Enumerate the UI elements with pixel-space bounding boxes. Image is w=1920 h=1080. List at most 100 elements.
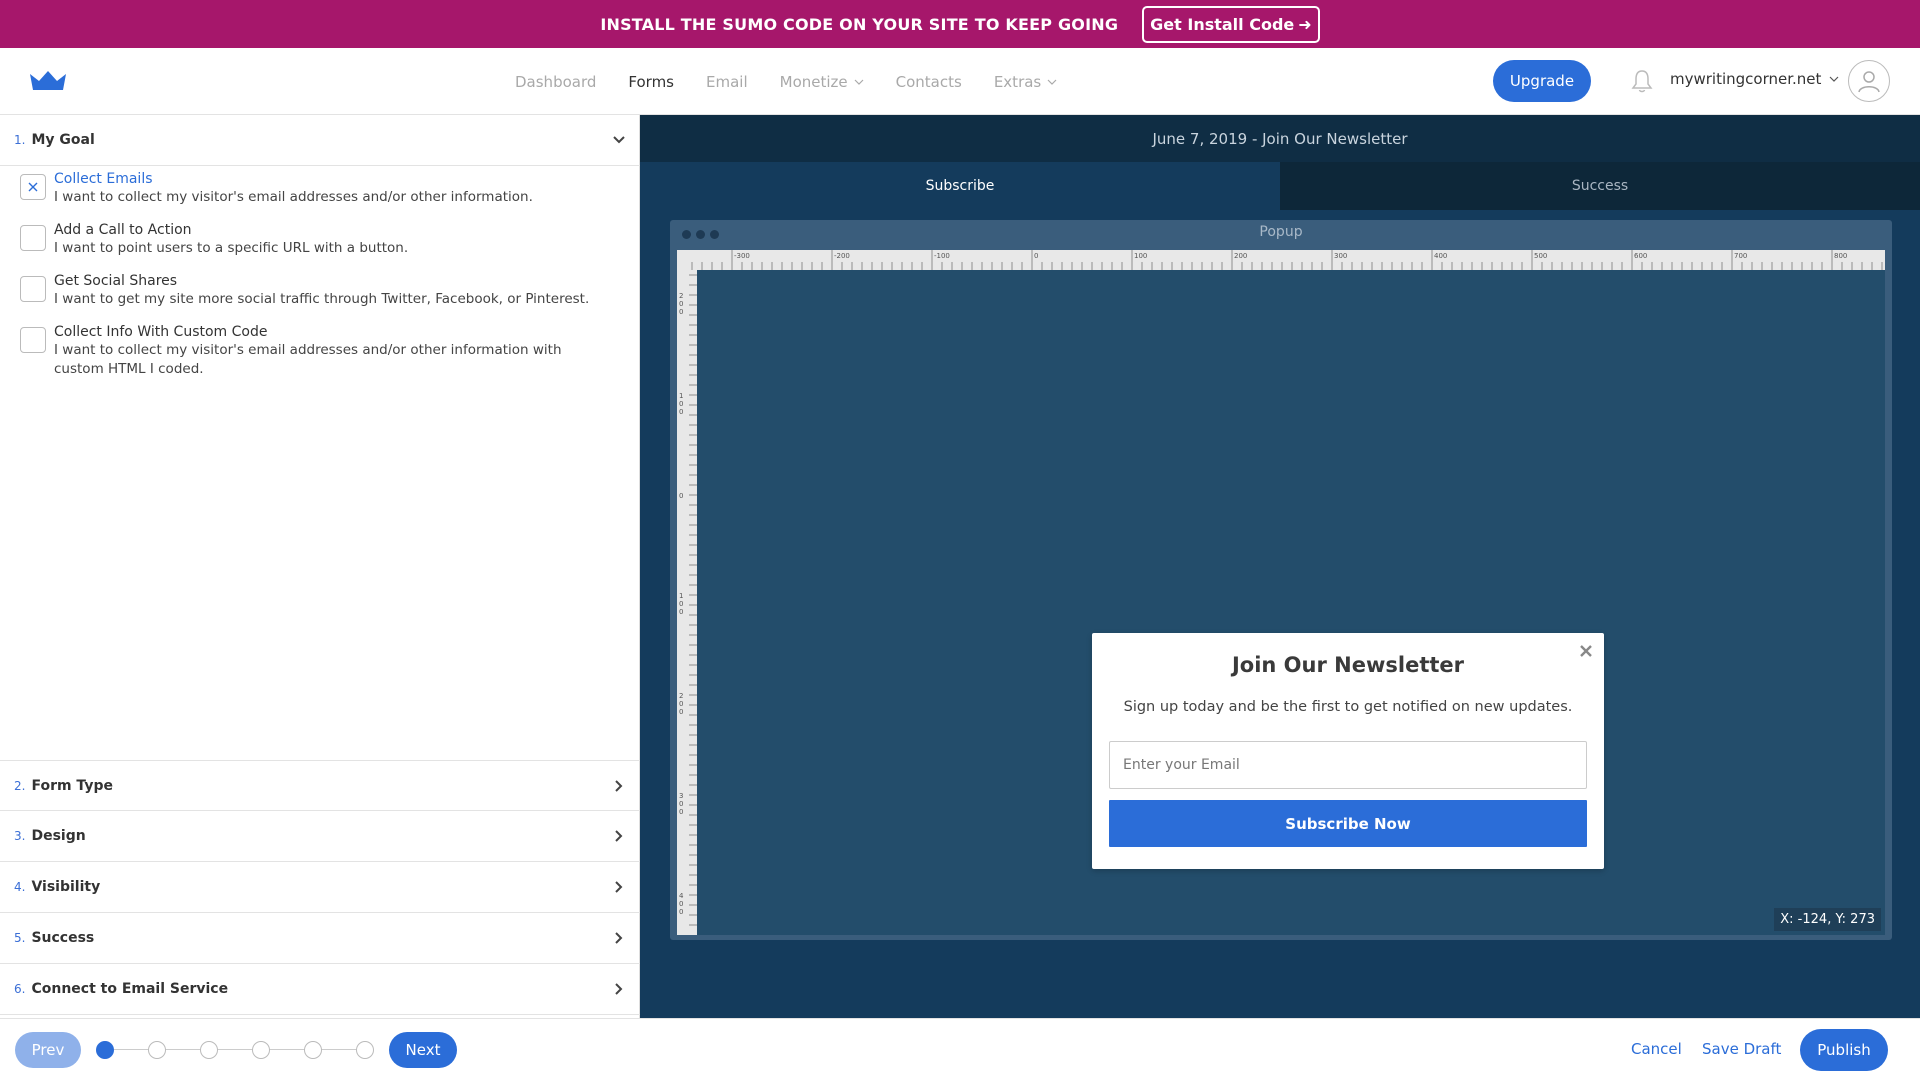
- chevron-down-icon: [613, 136, 625, 144]
- chevron-right-icon: [615, 881, 623, 893]
- progress-dot[interactable]: [304, 1041, 322, 1059]
- goal-social-shares[interactable]: Get Social Shares I want to get my site …: [20, 272, 620, 309]
- goal-collect-emails[interactable]: Collect Emails I want to collect my visi…: [20, 170, 620, 207]
- email-field[interactable]: [1109, 741, 1587, 789]
- tab-subscribe[interactable]: Subscribe: [640, 162, 1280, 210]
- top-nav: Dashboard Forms Email Monetize Contacts …: [0, 48, 1920, 115]
- cursor-coordinates: X: -124, Y: 273: [1774, 908, 1881, 931]
- ruler-label: 0: [679, 808, 683, 816]
- step-success[interactable]: 5. Success: [0, 913, 640, 964]
- step-number: 3.: [14, 829, 26, 843]
- ruler-label: 0: [679, 600, 683, 608]
- newsletter-popup[interactable]: Join Our Newsletter Sign up today and be…: [1092, 633, 1604, 869]
- install-banner: INSTALL THE SUMO CODE ON YOUR SITE TO KE…: [0, 0, 1920, 48]
- step-label: Design: [31, 828, 86, 844]
- prev-button[interactable]: Prev: [15, 1032, 81, 1068]
- progress-dot[interactable]: [356, 1041, 374, 1059]
- goal-title: Collect Emails: [54, 171, 153, 187]
- publish-button[interactable]: Publish: [1800, 1029, 1888, 1071]
- goal-desc: I want to point users to a specific URL …: [54, 240, 409, 256]
- goal-desc: I want to get my site more social traffi…: [54, 291, 590, 307]
- step-connect-email-service[interactable]: 6. Connect to Email Service: [0, 964, 640, 1015]
- chevron-down-icon: [1829, 76, 1839, 82]
- nav-monetize-label: Monetize: [779, 72, 848, 91]
- ruler-label: 0: [679, 700, 683, 708]
- step-visibility[interactable]: 4. Visibility: [0, 862, 640, 913]
- ruler-label: 0: [679, 400, 683, 408]
- progress-dot[interactable]: [96, 1041, 114, 1059]
- ruler-label: 2: [679, 292, 683, 300]
- save-draft-button[interactable]: Save Draft: [1702, 1040, 1781, 1058]
- ruler-label: 600: [1634, 252, 1647, 260]
- nav-extras[interactable]: Extras: [994, 73, 1057, 91]
- progress-dot[interactable]: [148, 1041, 166, 1059]
- goal-checkbox[interactable]: [20, 225, 46, 251]
- popup-subtitle[interactable]: Sign up today and be the first to get no…: [1092, 699, 1604, 715]
- step-label: Form Type: [31, 777, 113, 794]
- ruler-label: 0: [679, 608, 683, 616]
- tab-success[interactable]: Success: [1280, 162, 1920, 210]
- ruler-label: 0: [679, 300, 683, 308]
- step-design[interactable]: 3. Design: [0, 811, 640, 862]
- cancel-button[interactable]: Cancel: [1631, 1040, 1682, 1058]
- avatar[interactable]: [1848, 60, 1890, 102]
- step-number: 5.: [14, 931, 26, 945]
- step-number: 1.: [14, 133, 26, 147]
- ruler-label: 4: [679, 892, 684, 900]
- nav-monetize[interactable]: Monetize: [780, 73, 864, 91]
- goal-custom-code[interactable]: Collect Info With Custom Code I want to …: [20, 323, 600, 379]
- step-form-type[interactable]: 2. Form Type: [0, 760, 640, 811]
- step-label: Connect to Email Service: [31, 981, 229, 997]
- account-name: mywritingcorner.net: [1670, 70, 1822, 88]
- horizontal-ruler: -300 -200 -100 0 100 200 300 400 500 600 700 800: [677, 250, 1885, 270]
- arrow-right-icon: ➜: [1298, 14, 1312, 34]
- chevron-right-icon: [615, 830, 623, 842]
- ruler-label: 0: [679, 308, 683, 316]
- subscribe-now-button[interactable]: Subscribe Now: [1109, 800, 1587, 847]
- account-menu[interactable]: mywritingcorner.net: [1670, 70, 1839, 88]
- ruler-label: 300: [1334, 252, 1347, 260]
- nav-email[interactable]: Email: [706, 73, 748, 91]
- ruler-label: 200: [1234, 252, 1247, 260]
- close-icon: [28, 182, 38, 192]
- step-label: Success: [31, 930, 95, 946]
- bell-icon[interactable]: [1630, 68, 1654, 94]
- nav-dashboard-label: Dashboard: [515, 72, 597, 91]
- ruler-label: 500: [1534, 252, 1547, 260]
- chevron-right-icon: [615, 983, 623, 995]
- design-canvas[interactable]: Join Our Newsletter Sign up today and be…: [697, 270, 1885, 935]
- goal-checkbox[interactable]: [20, 327, 46, 353]
- progress-line: [106, 1049, 368, 1050]
- goal-checkbox[interactable]: [20, 174, 46, 200]
- goal-checkbox[interactable]: [20, 276, 46, 302]
- get-install-code-button[interactable]: Get Install Code ➜: [1142, 5, 1320, 43]
- ruler-label: 800: [1834, 252, 1847, 260]
- ruler-label: 0: [679, 800, 683, 808]
- chevron-down-icon: [1047, 79, 1057, 85]
- popup-frame: Popup -300 -200 -100 0 100 200 300 400 500 600 700…: [670, 220, 1892, 940]
- nav-contacts[interactable]: Contacts: [896, 73, 962, 91]
- progress-dot[interactable]: [200, 1041, 218, 1059]
- ruler-label: 700: [1734, 252, 1747, 260]
- nav-forms[interactable]: Forms: [628, 73, 674, 91]
- step-progress: [96, 1041, 376, 1059]
- goal-call-to-action[interactable]: Add a Call to Action I want to point use…: [20, 221, 620, 258]
- nav-extras-label: Extras: [993, 72, 1042, 91]
- goal-desc: I want to collect my visitor's email add…: [54, 342, 562, 377]
- ruler-label: 100: [1134, 252, 1147, 260]
- upgrade-button[interactable]: Upgrade: [1493, 60, 1591, 102]
- step-my-goal[interactable]: 1. My Goal: [0, 115, 640, 166]
- crown-logo-icon[interactable]: [29, 70, 67, 92]
- next-button[interactable]: Next: [389, 1032, 457, 1068]
- nav-dashboard[interactable]: Dashboard: [515, 73, 596, 91]
- ruler-label: 0: [1034, 252, 1038, 260]
- ruler-label: -200: [834, 252, 850, 260]
- form-title: June 7, 2019 - Join Our Newsletter: [640, 115, 1920, 162]
- ruler-label: 0: [679, 708, 683, 716]
- ruler-label: 1: [679, 592, 683, 600]
- progress-dot[interactable]: [252, 1041, 270, 1059]
- form-settings-panel: 1. My Goal Collect Emails I want to coll…: [0, 115, 640, 1018]
- popup-title[interactable]: Join Our Newsletter: [1092, 653, 1604, 677]
- goal-desc: I want to collect my visitor's email add…: [54, 189, 533, 205]
- step-label: My Goal: [31, 132, 95, 148]
